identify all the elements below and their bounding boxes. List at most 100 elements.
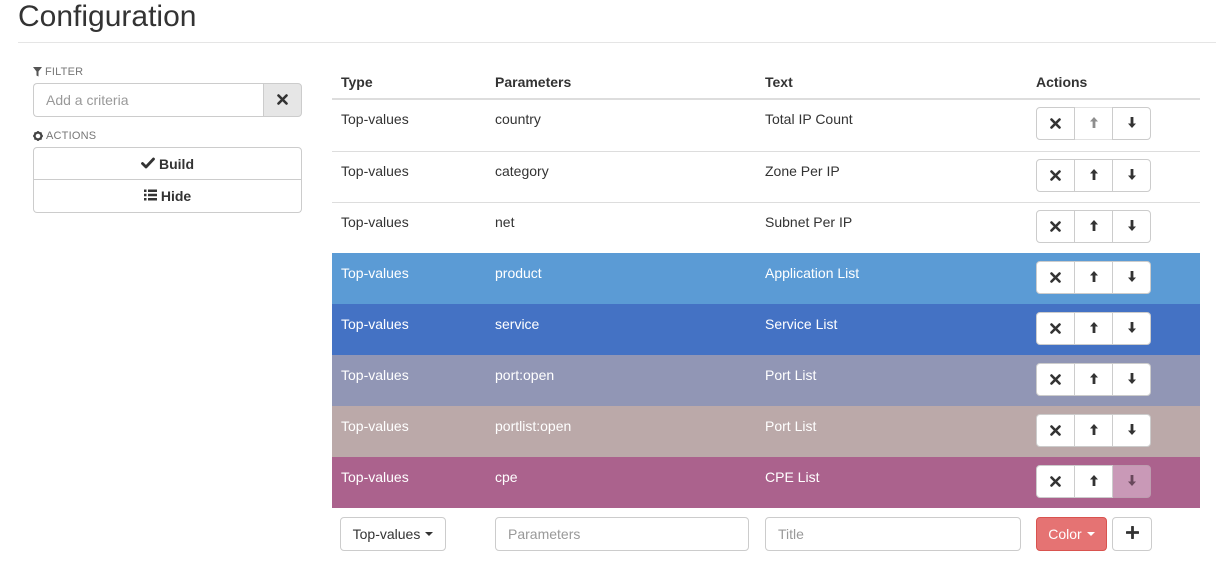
row-actions: [1036, 210, 1151, 243]
row-text: Zone Per IP: [765, 163, 840, 179]
filter-section-label: FILTER: [33, 66, 83, 78]
move-up-button[interactable]: [1074, 414, 1113, 447]
title-divider: [18, 42, 1216, 43]
caret-down-icon: [425, 532, 434, 536]
actions-button-stack: Build Hide: [33, 147, 302, 213]
arrow-down-icon: [1127, 321, 1137, 337]
move-down-button[interactable]: [1112, 312, 1151, 345]
move-down-button[interactable]: [1112, 107, 1151, 140]
move-up-button[interactable]: [1074, 107, 1113, 140]
table-row: Top-values net Subnet Per IP: [332, 202, 1200, 253]
row-actions: [1036, 312, 1151, 345]
close-icon: [1050, 321, 1061, 337]
move-up-button[interactable]: [1074, 159, 1113, 192]
config-table: Type Parameters Text Actions Top-values c…: [332, 60, 1200, 508]
row-text: Total IP Count: [765, 111, 853, 127]
close-icon: [1050, 423, 1061, 439]
move-down-button[interactable]: [1112, 414, 1151, 447]
move-up-button[interactable]: [1074, 261, 1113, 294]
header-text: Text: [765, 74, 793, 90]
move-up-button[interactable]: [1074, 363, 1113, 396]
arrow-up-icon: [1089, 270, 1099, 286]
table-row: Top-values product Application List: [332, 253, 1200, 304]
row-text: Port List: [765, 418, 817, 434]
table-row: Top-values port:open Port List: [332, 355, 1200, 406]
actions-label-text: ACTIONS: [46, 130, 97, 142]
row-actions: [1036, 107, 1151, 140]
row-actions: [1036, 465, 1151, 498]
move-up-button[interactable]: [1074, 312, 1113, 345]
build-button[interactable]: Build: [33, 147, 302, 180]
check-icon: [141, 156, 155, 172]
remove-row-button[interactable]: [1036, 210, 1075, 243]
filter-label-text: FILTER: [45, 66, 84, 78]
row-parameters: country: [495, 111, 541, 127]
move-up-button[interactable]: [1074, 465, 1113, 498]
move-down-button[interactable]: [1112, 261, 1151, 294]
row-text: Application List: [765, 265, 860, 281]
table-body: Top-values country Total IP Count Top-value…: [332, 100, 1200, 508]
arrow-up-icon: [1089, 423, 1099, 439]
header-actions: Actions: [1036, 74, 1088, 90]
close-icon: [1050, 168, 1061, 184]
remove-row-button[interactable]: [1036, 107, 1075, 140]
move-down-button[interactable]: [1112, 465, 1151, 498]
arrow-down-icon: [1127, 270, 1137, 286]
hide-button[interactable]: Hide: [33, 180, 302, 213]
arrow-down-icon: [1127, 372, 1137, 388]
close-icon: [1050, 270, 1061, 286]
row-parameters: cpe: [495, 469, 518, 485]
row-type: Top-values: [341, 214, 409, 230]
move-down-button[interactable]: [1112, 210, 1151, 243]
close-icon: [1050, 219, 1061, 235]
arrow-up-icon: [1089, 321, 1099, 337]
row-type: Top-values: [341, 469, 409, 485]
remove-row-button[interactable]: [1036, 312, 1075, 345]
hide-label: Hide: [160, 188, 192, 204]
parameters-input[interactable]: [495, 517, 749, 551]
row-actions: [1036, 363, 1151, 396]
row-actions: [1036, 261, 1151, 294]
row-text: Service List: [765, 316, 838, 332]
close-icon: [1050, 474, 1061, 490]
move-up-button[interactable]: [1074, 210, 1113, 243]
row-type: Top-values: [341, 111, 409, 127]
page-title: Configuration: [18, 0, 197, 33]
close-icon: [1050, 116, 1061, 132]
table-row: Top-values category Zone Per IP: [332, 151, 1200, 202]
color-label: Color: [1048, 526, 1082, 542]
row-text: CPE List: [765, 469, 820, 485]
filter-input[interactable]: [33, 83, 263, 117]
move-down-button[interactable]: [1112, 363, 1151, 396]
title-input[interactable]: [765, 517, 1021, 551]
arrow-down-icon: [1127, 423, 1137, 439]
move-down-button[interactable]: [1112, 159, 1151, 192]
close-icon: [1050, 372, 1061, 388]
arrow-down-icon: [1127, 168, 1137, 184]
list-icon: [143, 188, 157, 204]
remove-row-button[interactable]: [1036, 414, 1075, 447]
row-actions: [1036, 414, 1151, 447]
table-header: Type Parameters Text Actions: [332, 60, 1200, 100]
row-type: Top-values: [341, 367, 409, 383]
type-dropdown[interactable]: Top-values: [340, 517, 446, 551]
row-type: Top-values: [341, 265, 409, 281]
filter-clear-button[interactable]: [263, 83, 302, 117]
row-parameters: portlist:open: [495, 418, 572, 434]
remove-row-button[interactable]: [1036, 363, 1075, 396]
row-actions: [1036, 159, 1151, 192]
arrow-up-icon: [1089, 168, 1099, 184]
arrow-up-icon: [1089, 116, 1099, 132]
add-button[interactable]: [1112, 517, 1152, 551]
remove-row-button[interactable]: [1036, 261, 1075, 294]
row-text: Subnet Per IP: [765, 214, 853, 230]
remove-row-button[interactable]: [1036, 465, 1075, 498]
color-dropdown-button[interactable]: Color: [1036, 517, 1107, 551]
arrow-down-icon: [1127, 219, 1137, 235]
remove-row-button[interactable]: [1036, 159, 1075, 192]
arrow-up-icon: [1089, 219, 1099, 235]
build-label: Build: [159, 155, 194, 172]
row-parameters: net: [495, 214, 515, 230]
header-parameters: Parameters: [495, 74, 572, 90]
caret-down-icon: [1086, 532, 1095, 536]
